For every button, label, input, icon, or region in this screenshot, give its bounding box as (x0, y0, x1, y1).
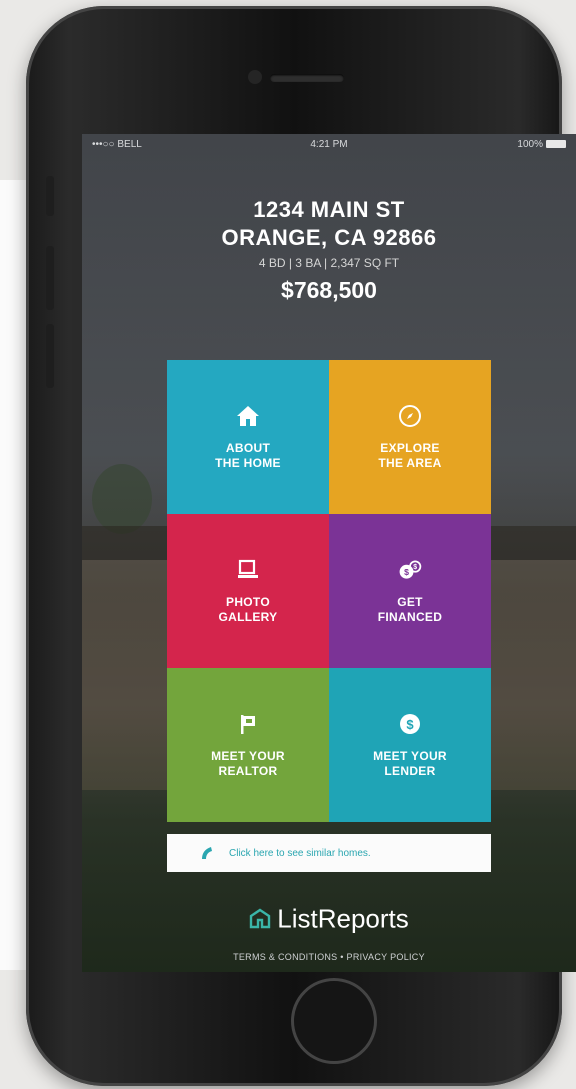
svg-text:$: $ (413, 564, 417, 571)
about-home-tile[interactable]: ABOUT THE HOME (167, 360, 329, 514)
tile-label-line2: LENDER (384, 764, 436, 778)
photo-icon (235, 557, 261, 583)
tile-label-line1: PHOTO (226, 595, 270, 609)
home-button[interactable] (291, 978, 377, 1064)
address-line-2: ORANGE, CA 92866 (221, 225, 437, 250)
battery-icon (546, 140, 566, 149)
tile-label-line2: REALTOR (218, 764, 278, 778)
svg-text:$: $ (404, 567, 409, 577)
phone-screen: •••○○ BELL 4:21 PM 100% 1234 MAIN ST ORA… (82, 134, 576, 972)
background-tree (92, 464, 152, 534)
pointer-icon (202, 847, 212, 859)
meet-lender-tile[interactable]: $ MEET YOUR LENDER (329, 668, 491, 822)
flag-icon (235, 711, 261, 737)
tile-label-line2: FINANCED (377, 610, 443, 624)
tile-label-line1: EXPLORE (380, 441, 440, 455)
similar-homes-link[interactable]: Click here to see similar homes. (167, 834, 491, 872)
footer-links[interactable]: TERMS & CONDITIONS • PRIVACY POLICY (82, 952, 576, 962)
tile-label-line2: THE AREA (378, 456, 442, 470)
listreports-logo-icon (250, 908, 271, 929)
earpiece-speaker (270, 74, 344, 82)
property-price: $768,500 (281, 277, 377, 303)
tile-label-line1: ABOUT (225, 441, 271, 455)
front-camera (248, 70, 262, 84)
property-details: 4 BD | 3 BA | 2,347 SQ FT (258, 256, 400, 270)
status-time: 4:21 PM (310, 139, 348, 150)
similar-homes-text: Click here to see similar homes. (229, 847, 371, 859)
svg-text:$: $ (406, 717, 414, 732)
get-financed-tile[interactable]: $ $ GET FINANCED (329, 514, 491, 668)
tile-label-line2: GALLERY (218, 610, 278, 624)
phone-frame: •••○○ BELL 4:21 PM 100% 1234 MAIN ST ORA… (26, 6, 576, 1086)
volume-up-button (46, 246, 54, 310)
mute-switch (46, 176, 54, 216)
explore-area-tile[interactable]: EXPLORE THE AREA (329, 360, 491, 514)
home-icon (235, 403, 261, 429)
menu-grid: ABOUT THE HOME EXPLORE THE AREA PHOTO GA… (167, 360, 491, 822)
dollar-icon: $ (397, 711, 423, 737)
tile-label-line2: THE HOME (215, 456, 281, 470)
status-bar: •••○○ BELL 4:21 PM 100% (82, 134, 576, 156)
meet-realtor-tile[interactable]: MEET YOUR REALTOR (167, 668, 329, 822)
address-line-1: 1234 MAIN ST (253, 197, 405, 222)
brand-logo: ListReports (82, 902, 576, 935)
volume-down-button (46, 324, 54, 388)
compass-icon (397, 403, 423, 429)
money-icon: $ $ (397, 557, 423, 583)
tile-label-line1: MEET YOUR (211, 749, 285, 763)
property-header: 1234 MAIN ST ORANGE, CA 92866 4 BD | 3 B… (82, 196, 576, 305)
brand-name: ListReports (277, 903, 409, 934)
tile-label-line1: MEET YOUR (373, 749, 447, 763)
tile-label-line1: GET (397, 595, 423, 609)
battery-status: 100% (517, 134, 566, 156)
battery-percent: 100% (517, 139, 543, 150)
photo-gallery-tile[interactable]: PHOTO GALLERY (167, 514, 329, 668)
